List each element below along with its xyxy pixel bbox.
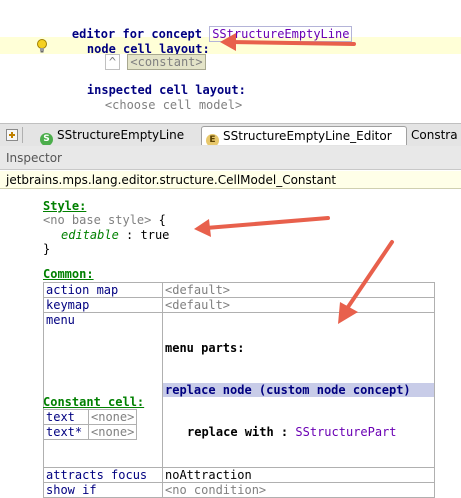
table-row: action map <default> <box>43 282 435 298</box>
tab-structure-label: SStructureEmptyLine <box>57 128 185 142</box>
tab-editor-label: SStructureEmptyLine_Editor <box>223 129 392 143</box>
menu-key: menu <box>43 312 163 468</box>
tab-divider <box>22 127 23 143</box>
replace-with-reference[interactable]: SStructurePart <box>295 425 396 439</box>
style-section-title: Style: <box>43 199 87 213</box>
show-if-key: show if <box>43 482 163 498</box>
editor-tab-bar: S SStructureEmptyLine E SStructureEmptyLin… <box>0 123 461 147</box>
constant-cell-table: text <none> text* <none> <box>43 409 138 440</box>
text-star-value[interactable]: <none> <box>87 424 138 440</box>
concept-reference[interactable]: SStructureEmptyLine <box>209 26 353 42</box>
tab-constraints-label: Constra <box>411 128 458 142</box>
show-if-value[interactable]: <no condition> <box>162 482 435 498</box>
text-value[interactable]: <none> <box>87 409 138 425</box>
replace-with-line: replace with : SStructurePart <box>163 425 434 439</box>
table-row: keymap <default> <box>43 297 435 313</box>
annotation-arrow-2 <box>194 216 330 237</box>
replace-node-custom-concept[interactable]: replace node (custom node concept) <box>163 383 434 397</box>
style-open-brace: { <box>158 213 166 227</box>
style-property-line: editable : true <box>61 228 169 243</box>
editable-property[interactable]: editable <box>61 228 119 242</box>
keymap-key: keymap <box>43 297 163 313</box>
editor-pane[interactable]: editor for concept SStructureEmptyLine n… <box>0 0 461 122</box>
keymap-value[interactable]: <default> <box>162 297 435 313</box>
tab-editor[interactable]: E SStructureEmptyLine_Editor <box>201 126 407 145</box>
common-properties-table: action map <default> keymap <default> me… <box>43 282 435 498</box>
table-row: text <none> <box>43 409 138 425</box>
menu-value[interactable]: menu parts: replace node (custom node co… <box>162 312 435 468</box>
table-row: text* <none> <box>43 424 138 440</box>
tab-constraints[interactable]: Constra <box>411 126 461 145</box>
text-star-key: text* <box>43 424 89 440</box>
concept-s-icon: S <box>40 133 53 145</box>
attracts-focus-value[interactable]: noAttraction <box>162 467 435 483</box>
editable-value[interactable]: true <box>141 228 170 242</box>
table-row: menu menu parts: replace node (custom no… <box>43 312 435 468</box>
style-close-brace: } <box>43 242 51 256</box>
add-tab-icon[interactable] <box>6 129 18 141</box>
no-base-style[interactable]: <no base style> <box>43 213 151 227</box>
lightbulb-icon[interactable] <box>36 39 48 53</box>
constant-cell-section-title: Constant cell: <box>43 395 145 409</box>
menu-parts-label: menu parts: <box>165 341 245 355</box>
replace-with-label: replace with : <box>187 425 289 439</box>
attracts-focus-key: attracts focus <box>43 467 163 483</box>
inspector-concept-bar: jetbrains.mps.lang.editor.structure.Cell… <box>0 171 461 189</box>
table-row: attracts focus noAttraction <box>43 467 435 483</box>
table-row: show if <no condition> <box>43 482 435 498</box>
editor-line-constant: ^ <constant> <box>76 38 206 70</box>
inspector-header: Inspector <box>0 146 461 170</box>
editor-line-choose: <choose cell model> <box>76 81 242 112</box>
style-property-separator: : <box>126 228 134 242</box>
action-map-value[interactable]: <default> <box>162 282 435 298</box>
text-key: text <box>43 409 89 425</box>
concept-e-icon: E <box>206 134 219 145</box>
style-base-line: <no base style> { <box>43 213 166 228</box>
action-map-key: action map <box>43 282 163 298</box>
editor-line-inspected: inspected cell layout: <box>58 66 246 97</box>
editor-line-concept: editor for concept SStructureEmptyLine <box>43 10 353 42</box>
choose-cell-model-placeholder[interactable]: <choose cell model> <box>105 98 242 112</box>
inspector-body[interactable]: Style: <no base style> { editable : true… <box>0 190 461 498</box>
inspector-title: Inspector <box>6 151 62 165</box>
tab-structure[interactable]: S SStructureEmptyLine <box>40 126 198 145</box>
inspector-concept-name: jetbrains.mps.lang.editor.structure.Cell… <box>6 173 337 187</box>
common-section-title: Common: <box>43 267 94 281</box>
